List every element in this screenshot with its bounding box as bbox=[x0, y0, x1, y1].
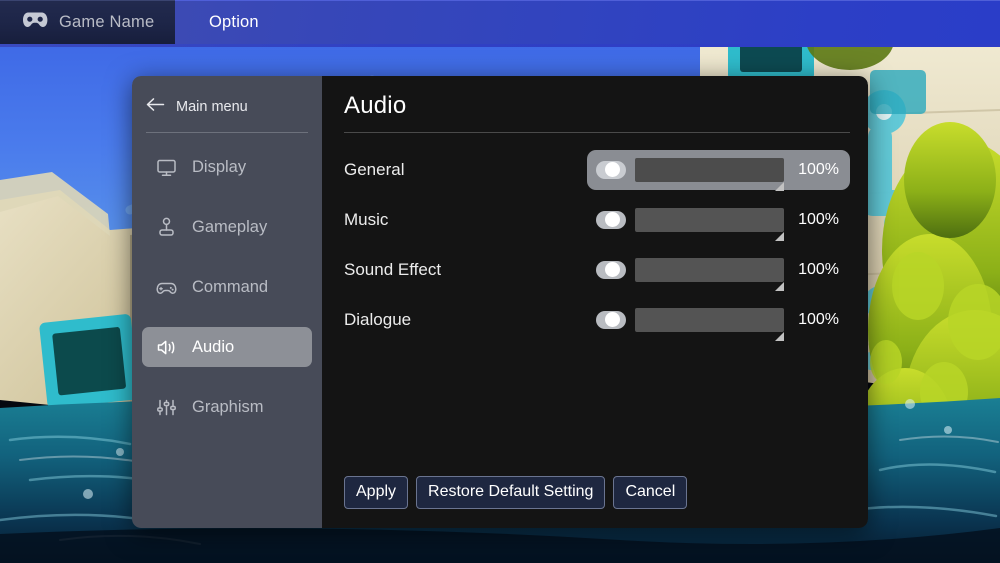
settings-content-panel: Audio General 100% Music 100% Sound Effe… bbox=[322, 76, 868, 528]
setting-control-group: 100% bbox=[587, 149, 850, 191]
volume-slider-general[interactable] bbox=[635, 157, 784, 191]
sidebar-item-label: Command bbox=[192, 277, 269, 296]
setting-control-group: 100% bbox=[587, 250, 850, 291]
speaker-icon bbox=[156, 337, 177, 358]
setting-row-music: Music 100% bbox=[344, 197, 850, 242]
sidebar-item-display[interactable]: Display bbox=[142, 147, 312, 187]
sidebar-divider bbox=[146, 132, 308, 133]
sidebar-item-gameplay[interactable]: Gameplay bbox=[142, 207, 312, 247]
gamepad-icon bbox=[156, 277, 177, 298]
toggle-switch-general[interactable] bbox=[596, 160, 626, 179]
sidebar-item-audio[interactable]: Audio bbox=[142, 327, 312, 367]
sidebar-item-label: Graphism bbox=[192, 397, 264, 416]
restore-default-setting-button[interactable]: Restore Default Setting bbox=[416, 475, 606, 509]
setting-row-sound-effect: Sound Effect 100% bbox=[344, 247, 850, 292]
sidebar-item-command[interactable]: Command bbox=[142, 267, 312, 307]
toggle-knob bbox=[605, 162, 620, 177]
page-title: Audio bbox=[344, 92, 407, 119]
tab-option[interactable]: Option bbox=[175, 0, 1000, 44]
sidebar-item-graphism[interactable]: Graphism bbox=[142, 387, 312, 427]
volume-value: 100% bbox=[798, 160, 839, 178]
volume-value: 100% bbox=[798, 210, 839, 228]
setting-label: Sound Effect bbox=[344, 259, 442, 279]
cancel-button[interactable]: Cancel bbox=[613, 475, 688, 509]
sidebar-item-label: Display bbox=[192, 157, 247, 176]
resize-handle-icon[interactable] bbox=[775, 231, 784, 241]
volume-value: 100% bbox=[798, 310, 839, 328]
volume-slider-music[interactable] bbox=[635, 207, 784, 241]
dialog-action-bar: Apply Restore Default Setting Cancel bbox=[344, 475, 688, 509]
back-label: Main menu bbox=[176, 99, 248, 115]
options-dialog: Main menu Display Gameplay Command Audio… bbox=[132, 76, 868, 528]
sidebar-item-label: Gameplay bbox=[192, 217, 268, 236]
volume-slider-dialogue[interactable] bbox=[635, 307, 784, 341]
sliders-icon bbox=[156, 397, 177, 418]
apply-button[interactable]: Apply bbox=[344, 475, 409, 509]
joystick-icon bbox=[156, 217, 177, 238]
volume-slider-sound-effect[interactable] bbox=[635, 257, 784, 291]
audio-settings-list: General 100% Music 100% Sound Effect 100… bbox=[322, 133, 868, 342]
toggle-knob bbox=[605, 212, 620, 227]
resize-handle-icon[interactable] bbox=[775, 331, 784, 341]
toggle-switch-music[interactable] bbox=[596, 210, 626, 229]
settings-sidebar: Main menu Display Gameplay Command Audio… bbox=[132, 76, 322, 528]
monitor-icon bbox=[156, 157, 177, 178]
resize-handle-icon[interactable] bbox=[775, 181, 784, 191]
slider-track[interactable] bbox=[635, 307, 784, 332]
toggle-knob bbox=[605, 262, 620, 277]
arrow-left-icon bbox=[146, 97, 165, 117]
setting-control-group: 100% bbox=[587, 300, 850, 341]
slider-track[interactable] bbox=[635, 157, 784, 182]
slider-track[interactable] bbox=[635, 207, 784, 232]
tab-underline bbox=[0, 44, 1000, 47]
top-tab-bar: Game Name Option bbox=[0, 0, 1000, 44]
toggle-knob bbox=[605, 312, 620, 327]
setting-label: General bbox=[344, 159, 405, 179]
resize-handle-icon[interactable] bbox=[775, 281, 784, 291]
slider-track[interactable] bbox=[635, 257, 784, 282]
tab-game-name-label: Game Name bbox=[59, 13, 155, 31]
sidebar-item-label: Audio bbox=[192, 337, 235, 356]
tab-option-label: Option bbox=[209, 13, 259, 31]
setting-row-dialogue: Dialogue 100% bbox=[344, 297, 850, 342]
volume-value: 100% bbox=[798, 260, 839, 278]
tab-game-name[interactable]: Game Name bbox=[0, 0, 175, 44]
setting-control-group: 100% bbox=[587, 200, 850, 241]
setting-label: Music bbox=[344, 209, 389, 229]
toggle-switch-dialogue[interactable] bbox=[596, 310, 626, 329]
toggle-switch-sound-effect[interactable] bbox=[596, 260, 626, 279]
gamepad-icon bbox=[22, 11, 48, 34]
setting-row-general: General 100% bbox=[344, 147, 850, 192]
setting-label: Dialogue bbox=[344, 309, 412, 329]
back-to-main-menu[interactable]: Main menu bbox=[132, 88, 322, 126]
